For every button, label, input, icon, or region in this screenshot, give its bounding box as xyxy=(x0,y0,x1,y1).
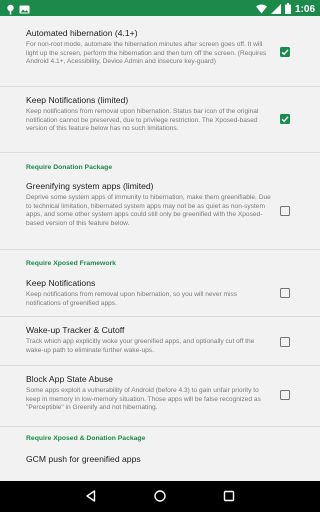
pref-greenifying-system-apps[interactable]: Greenifying system apps (limited) Depriv… xyxy=(26,181,272,228)
divider xyxy=(0,249,320,250)
wakeup-tracker-checkbox[interactable] xyxy=(280,337,290,347)
pref-automated-hibernation[interactable]: Automated hibernation (4.1+) For non-roo… xyxy=(26,28,272,67)
pref-title: Greenifying system apps (limited) xyxy=(26,181,154,191)
divider xyxy=(0,316,320,317)
pref-summary: Keep notifications from removal upon hib… xyxy=(26,291,238,307)
pref-keep-notifications-limited[interactable]: Keep Notifications (limited) Keep notifi… xyxy=(26,95,272,134)
pref-keep-notifications[interactable]: Keep Notifications Keep notifications fr… xyxy=(26,278,272,308)
recents-icon[interactable] xyxy=(222,489,236,508)
pref-title: Block App State Abuse xyxy=(26,374,113,384)
pref-gcm-push[interactable]: GCM push for greenified apps xyxy=(26,454,272,465)
block-app-state-abuse-checkbox[interactable] xyxy=(280,390,290,400)
pref-title: Wake-up Tracker & Cutoff xyxy=(26,325,125,335)
pref-summary: Track which app explicitly woke your gre… xyxy=(26,338,255,354)
clock: 1:06 xyxy=(294,4,315,15)
keep-notifications-checkbox[interactable] xyxy=(280,288,290,298)
divider xyxy=(0,152,320,153)
pref-summary: Deprive some system apps of immunity to … xyxy=(26,194,271,227)
navigation-bar xyxy=(0,481,320,512)
status-bar: 1:06 xyxy=(0,0,320,16)
pref-summary: For non-root mode, automate the hibernat… xyxy=(26,41,267,66)
pref-summary: Keep notifications from removal upon hib… xyxy=(26,108,259,133)
category-header: Require Xposed Framework xyxy=(26,260,116,267)
divider xyxy=(0,426,320,427)
check-icon xyxy=(281,49,289,56)
settings-list[interactable]: Automated hibernation (4.1+) For non-roo… xyxy=(0,16,320,481)
pref-title: Automated hibernation (4.1+) xyxy=(26,28,138,38)
pref-title: Keep Notifications xyxy=(26,278,96,288)
automated-hibernation-checkbox[interactable] xyxy=(280,47,290,57)
divider xyxy=(0,86,320,87)
pref-title: Keep Notifications (limited) xyxy=(26,95,129,105)
check-icon xyxy=(281,116,289,123)
home-icon[interactable] xyxy=(153,489,167,508)
back-icon[interactable] xyxy=(84,489,98,508)
category-header: Require Xposed & Donation Package xyxy=(26,435,146,442)
pref-block-app-state-abuse[interactable]: Block App State Abuse Some apps exploit … xyxy=(26,374,272,413)
pref-title: GCM push for greenified apps xyxy=(26,454,141,464)
pref-summary: Some apps exploit a vulnerability of And… xyxy=(26,387,261,412)
greenifying-system-apps-checkbox[interactable] xyxy=(280,206,290,216)
divider xyxy=(0,365,320,366)
keep-notifications-limited-checkbox[interactable] xyxy=(280,114,290,124)
category-header: Require Donation Package xyxy=(26,164,113,171)
pref-wakeup-tracker[interactable]: Wake-up Tracker & Cutoff Track which app… xyxy=(26,325,272,355)
